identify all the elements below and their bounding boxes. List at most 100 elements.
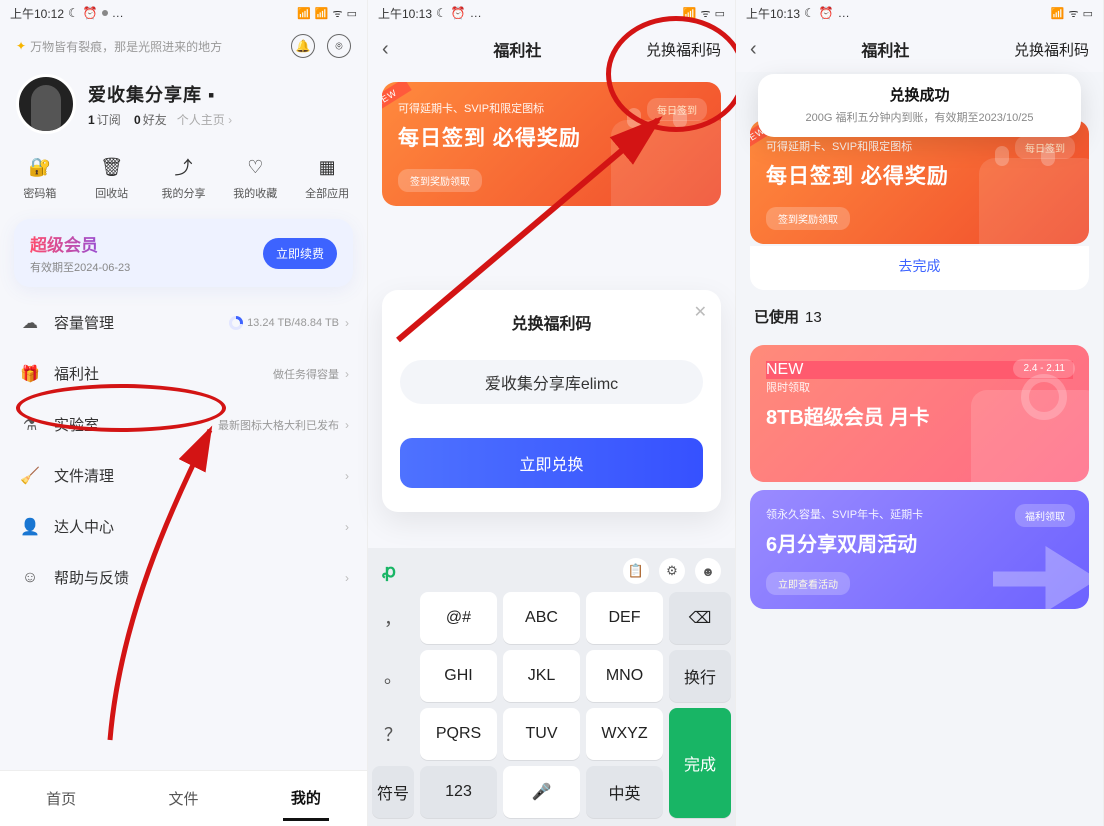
flask-icon: ⚗: [18, 415, 42, 435]
close-icon[interactable]: ✕: [694, 302, 707, 322]
signal-icon: 📶: [683, 7, 697, 20]
member-card[interactable]: 超级会员 有效期至2024-06-23 立即续费: [14, 219, 353, 287]
checkin-banner[interactable]: NEW 可得延期卡、SVIP和限定图标 每日签到 必得奖励 每日签到 签到奖励领…: [750, 120, 1089, 244]
wifi-icon: ᯤ: [701, 6, 711, 21]
keyboard: ꝓ 📋 ⚙ ☻ ， @# ABC DEF ⌫ 。 GHI JKL MNO 换行 …: [368, 548, 735, 826]
settings-icon[interactable]: ⚙: [659, 558, 685, 584]
key-3[interactable]: DEF: [586, 592, 663, 644]
tab-home[interactable]: 首页: [38, 778, 84, 819]
share-icon: ⤴: [170, 154, 196, 180]
status-bar: 上午10:13 ☾ ⏰ … 📶 ᯤ ▭: [736, 0, 1103, 26]
clipboard-icon[interactable]: 📋: [623, 558, 649, 584]
row-expert[interactable]: 👤 达人中心 ›: [0, 501, 367, 552]
card-pill: 立即查看活动: [766, 572, 850, 595]
key-4[interactable]: GHI: [420, 650, 497, 702]
all-apps-button[interactable]: ▦全部应用: [297, 154, 357, 201]
key-1[interactable]: @#: [420, 592, 497, 644]
code-input[interactable]: [400, 360, 703, 404]
emoji-icon[interactable]: ☻: [695, 558, 721, 584]
ime-logo-icon[interactable]: ꝓ: [382, 561, 396, 582]
screen-success: 上午10:13 ☾ ⏰ … 📶 ᯤ ▭ ‹ 福利社 兑换福利码 兑换成功 200…: [736, 0, 1104, 826]
checkin-banner[interactable]: NEW 可得延期卡、SVIP和限定图标 每日签到 必得奖励 每日签到 签到奖励领…: [382, 82, 721, 206]
key-comma[interactable]: ，: [372, 592, 414, 644]
row-clean[interactable]: 🧹 文件清理 ›: [0, 450, 367, 501]
key-123[interactable]: 123: [420, 766, 497, 818]
modal-title: 兑换福利码: [400, 310, 703, 334]
scan-icon[interactable]: ⌾: [327, 34, 351, 58]
renew-button[interactable]: 立即续费: [263, 238, 337, 269]
back-icon[interactable]: ‹: [382, 38, 389, 61]
alarm-icon: ⏰: [819, 6, 834, 20]
favorites-button[interactable]: ♡我的收藏: [225, 154, 285, 201]
bell-icon[interactable]: 🔔: [291, 34, 315, 58]
row-welfare[interactable]: 🎁 福利社 做任务得容量 ›: [0, 348, 367, 399]
recycle-button[interactable]: 🗑回收站: [82, 154, 142, 201]
share-arrow-icon: [963, 490, 1089, 609]
dot-icon: [102, 10, 108, 16]
tab-mine[interactable]: 我的: [283, 777, 329, 821]
battery-icon: ▭: [715, 7, 725, 20]
key-return[interactable]: 换行: [669, 650, 731, 702]
key-done[interactable]: 完成: [669, 708, 731, 818]
battery-icon: ▭: [1083, 7, 1093, 20]
key-symbols[interactable]: 符号: [372, 766, 414, 818]
go-complete-button[interactable]: 去完成: [750, 246, 1089, 290]
redeem-action[interactable]: 兑换福利码: [1014, 39, 1089, 60]
key-backspace[interactable]: ⌫: [669, 592, 731, 644]
toast-title: 兑换成功: [772, 84, 1067, 105]
alarm-icon: ⏰: [451, 6, 466, 20]
key-space[interactable]: 🎤: [503, 766, 580, 818]
more-icon: …: [470, 6, 482, 20]
banner-pill: 签到奖励领取: [766, 207, 850, 230]
key-8[interactable]: TUV: [503, 708, 580, 760]
person-icon: 👤: [18, 517, 42, 537]
star-icon: ✦: [16, 39, 26, 53]
titlebar: ‹ 福利社 兑换福利码: [736, 26, 1103, 72]
cloud-icon: ☁: [18, 313, 42, 333]
chevron-right-icon: ›: [345, 469, 349, 483]
settings-list: ☁ 容量管理 13.24 TB/48.84 TB › 🎁 福利社 做任务得容量 …: [0, 297, 367, 603]
row-lab[interactable]: ⚗ 实验室 最新图标大格大利已发布 ›: [0, 399, 367, 450]
page-title: 福利社: [493, 37, 541, 61]
screen-redeem: 上午10:13 ☾ ⏰ … 📶 ᯤ ▭ ‹ 福利社 兑换福利码 NEW 可得延期…: [368, 0, 736, 826]
screen-profile: 上午10:12 ☾ ⏰ … 📶 📶 ᯤ ▭ ✦ 万物皆有裂痕，那是光照进来的地方…: [0, 0, 368, 826]
key-5[interactable]: JKL: [503, 650, 580, 702]
row-capacity[interactable]: ☁ 容量管理 13.24 TB/48.84 TB ›: [0, 297, 367, 348]
redeem-action[interactable]: 兑换福利码: [646, 39, 721, 60]
profile-row[interactable]: 爱收集分享库 ▪ 1订阅 0好友 个人主页 ›: [0, 66, 367, 140]
battery-icon: ▭: [347, 7, 357, 20]
smile-icon: ☺: [18, 569, 42, 587]
member-title: 超级会员: [30, 231, 130, 256]
page-title: 福利社: [861, 37, 909, 61]
card-june-share[interactable]: 领永久容量、SVIP年卡、延期卡 6月分享双周活动 福利领取 立即查看活动: [750, 490, 1089, 609]
chevron-right-icon: ›: [345, 571, 349, 585]
vault-button[interactable]: 🔐密码箱: [10, 154, 70, 201]
card-8tb-svip[interactable]: NEW 限时领取 8TB超级会员 月卡 2.4 - 2.11: [750, 345, 1089, 482]
avatar[interactable]: [16, 74, 76, 134]
back-icon[interactable]: ‹: [750, 38, 757, 61]
signal-icon: 📶: [315, 7, 329, 20]
key-7[interactable]: PQRS: [420, 708, 497, 760]
wifi-icon: ᯤ: [1069, 6, 1079, 21]
moon-icon: ☾: [68, 6, 79, 20]
quick-actions: 🔐密码箱 🗑回收站 ⤴我的分享 ♡我的收藏 ▦全部应用: [0, 140, 367, 209]
key-2[interactable]: ABC: [503, 592, 580, 644]
key-9[interactable]: WXYZ: [586, 708, 663, 760]
success-toast: 兑换成功 200G 福利五分钟内到账，有效期至2023/10/25: [758, 74, 1081, 137]
recycle-icon: 🗑: [99, 154, 125, 180]
tab-files[interactable]: 文件: [160, 778, 206, 819]
share-button[interactable]: ⤴我的分享: [153, 154, 213, 201]
nickname: 爱收集分享库 ▪: [88, 81, 232, 107]
profile-stats: 1订阅 0好友 个人主页 ›: [88, 111, 232, 128]
row-help[interactable]: ☺ 帮助与反馈 ›: [0, 552, 367, 603]
status-bar: 上午10:12 ☾ ⏰ … 📶 📶 ᯤ ▭: [0, 0, 367, 26]
signal-icon: 📶: [297, 7, 311, 20]
status-time: 上午10:13: [746, 5, 800, 22]
key-6[interactable]: MNO: [586, 650, 663, 702]
chevron-right-icon: ›: [345, 316, 349, 330]
key-question[interactable]: ？: [372, 708, 414, 760]
key-period[interactable]: 。: [372, 650, 414, 702]
redeem-button[interactable]: 立即兑换: [400, 438, 703, 488]
chevron-right-icon: ›: [345, 418, 349, 432]
key-lang[interactable]: 中英: [586, 766, 663, 818]
